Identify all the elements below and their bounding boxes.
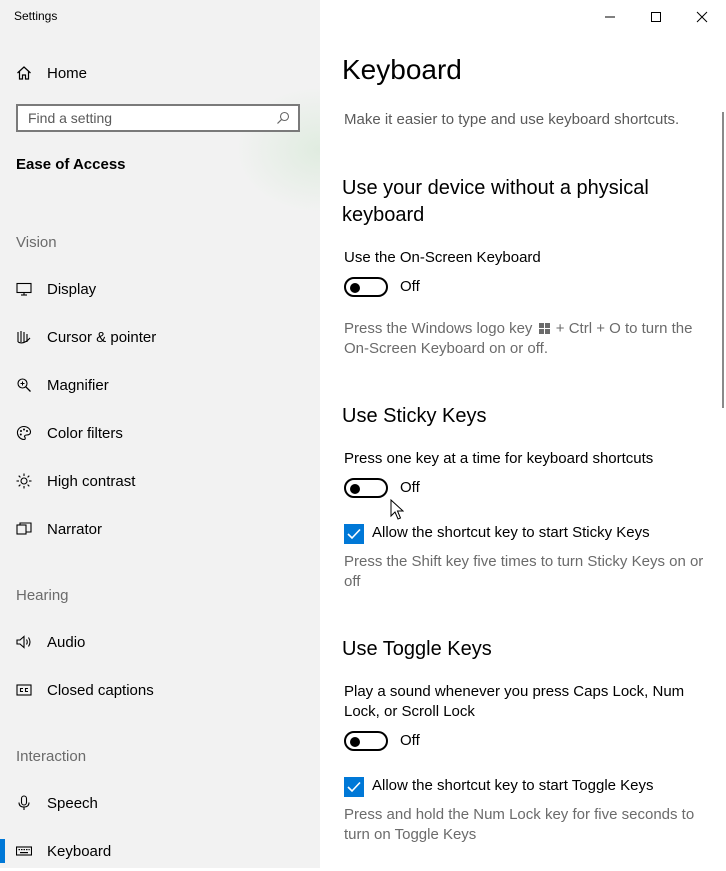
togglekeys-description: Press and hold the Num Lock key for five… [344,806,695,843]
sticky-description: Press the Shift key five times to turn S… [344,553,704,590]
sidebar-item-label: Audio [47,633,86,651]
group-label-hearing: Hearing [16,587,69,604]
search-icon[interactable] [276,111,290,125]
selection-indicator [0,839,5,863]
sidebar-item-label: Color filters [47,424,123,442]
toggle-keys-heading: Use Toggle Keys [342,638,492,660]
page-subtitle: Make it easier to type and use keyboard … [344,111,680,128]
palette-icon [16,425,32,441]
home-nav-item[interactable]: Home [16,60,87,86]
sidebar: Settings Home Ease of Access Vision Disp… [0,0,320,868]
osk-toggle[interactable] [344,277,388,297]
sidebar-item-color-filters[interactable]: Color filters [0,413,320,453]
sidebar-item-label: Closed captions [47,681,154,699]
mouse-cursor-icon [390,499,404,520]
sticky-toggle-label: Press one key at a time for keyboard sho… [344,450,654,467]
section-title: Ease of Access [16,156,126,173]
sidebar-item-label: Speech [47,794,98,812]
home-icon [17,66,31,80]
checkmark-icon [347,528,361,540]
togglekeys-toggle-label: Play a sound whenever you press Caps Loc… [344,683,685,720]
sidebar-item-label: High contrast [47,472,136,490]
search-input[interactable] [18,106,298,130]
page-title: Keyboard [342,54,462,85]
osk-description: Press the Windows logo key + Ctrl + O to… [344,319,704,359]
app-title: Settings [14,9,58,23]
monitor-icon [16,282,32,296]
brightness-icon [16,473,32,489]
main-content: Keyboard Make it easier to type and use … [320,0,726,868]
toggle-keys-toggle[interactable] [344,731,388,751]
scrollbar-thumb[interactable] [722,112,724,408]
sidebar-item-cursor-pointer[interactable]: Cursor & pointer [0,317,320,357]
sidebar-item-display[interactable]: Display [0,269,320,309]
sidebar-item-label: Keyboard [47,842,112,860]
sticky-shortcut-label: Allow the shortcut key to start Sticky K… [372,524,650,541]
group-label-vision: Vision [16,234,57,251]
sidebar-item-label: Display [47,280,97,298]
osk-desc-part1: Press the Windows logo key [344,320,533,337]
magnifier-icon [17,378,31,392]
microphone-icon [18,795,30,810]
checkmark-icon [347,781,361,793]
togglekeys-shortcut-label: Allow the shortcut key to start Toggle K… [372,777,654,794]
togglekeys-shortcut-checkbox[interactable] [344,777,364,797]
sidebar-item-label: Magnifier [47,376,109,394]
toggle-knob [350,737,360,747]
osk-toggle-label: Use the On-Screen Keyboard [344,249,541,266]
sidebar-item-speech[interactable]: Speech [0,783,320,823]
captions-icon [16,684,32,696]
cursor-icon [17,331,31,344]
sidebar-item-narrator[interactable]: Narrator [0,509,320,549]
togglekeys-toggle-state: Off [400,732,420,749]
osk-heading: Use your device without a physical keybo… [342,177,649,226]
sidebar-item-magnifier[interactable]: Magnifier [0,365,320,405]
sidebar-item-label: Narrator [47,520,103,538]
home-label: Home [47,64,88,82]
osk-toggle-state: Off [400,278,420,295]
narrator-icon [16,522,32,535]
sticky-keys-heading: Use Sticky Keys [342,405,487,427]
group-label-interaction: Interaction [16,748,87,765]
sidebar-item-high-contrast[interactable]: High contrast [0,461,320,501]
sticky-shortcut-checkbox[interactable] [344,524,364,544]
keyboard-icon [16,846,32,856]
sidebar-item-audio[interactable]: Audio [0,622,320,662]
speaker-icon [16,635,31,649]
search-box[interactable] [16,104,300,132]
sticky-toggle-state: Off [400,479,420,496]
sidebar-item-label: Cursor & pointer [47,328,157,346]
windows-logo-icon [538,323,550,334]
sidebar-item-keyboard[interactable]: Keyboard [0,831,320,871]
sidebar-item-closed-captions[interactable]: Closed captions [0,670,320,710]
toggle-knob [350,283,360,293]
sticky-keys-toggle[interactable] [344,478,388,498]
toggle-knob [350,484,360,494]
